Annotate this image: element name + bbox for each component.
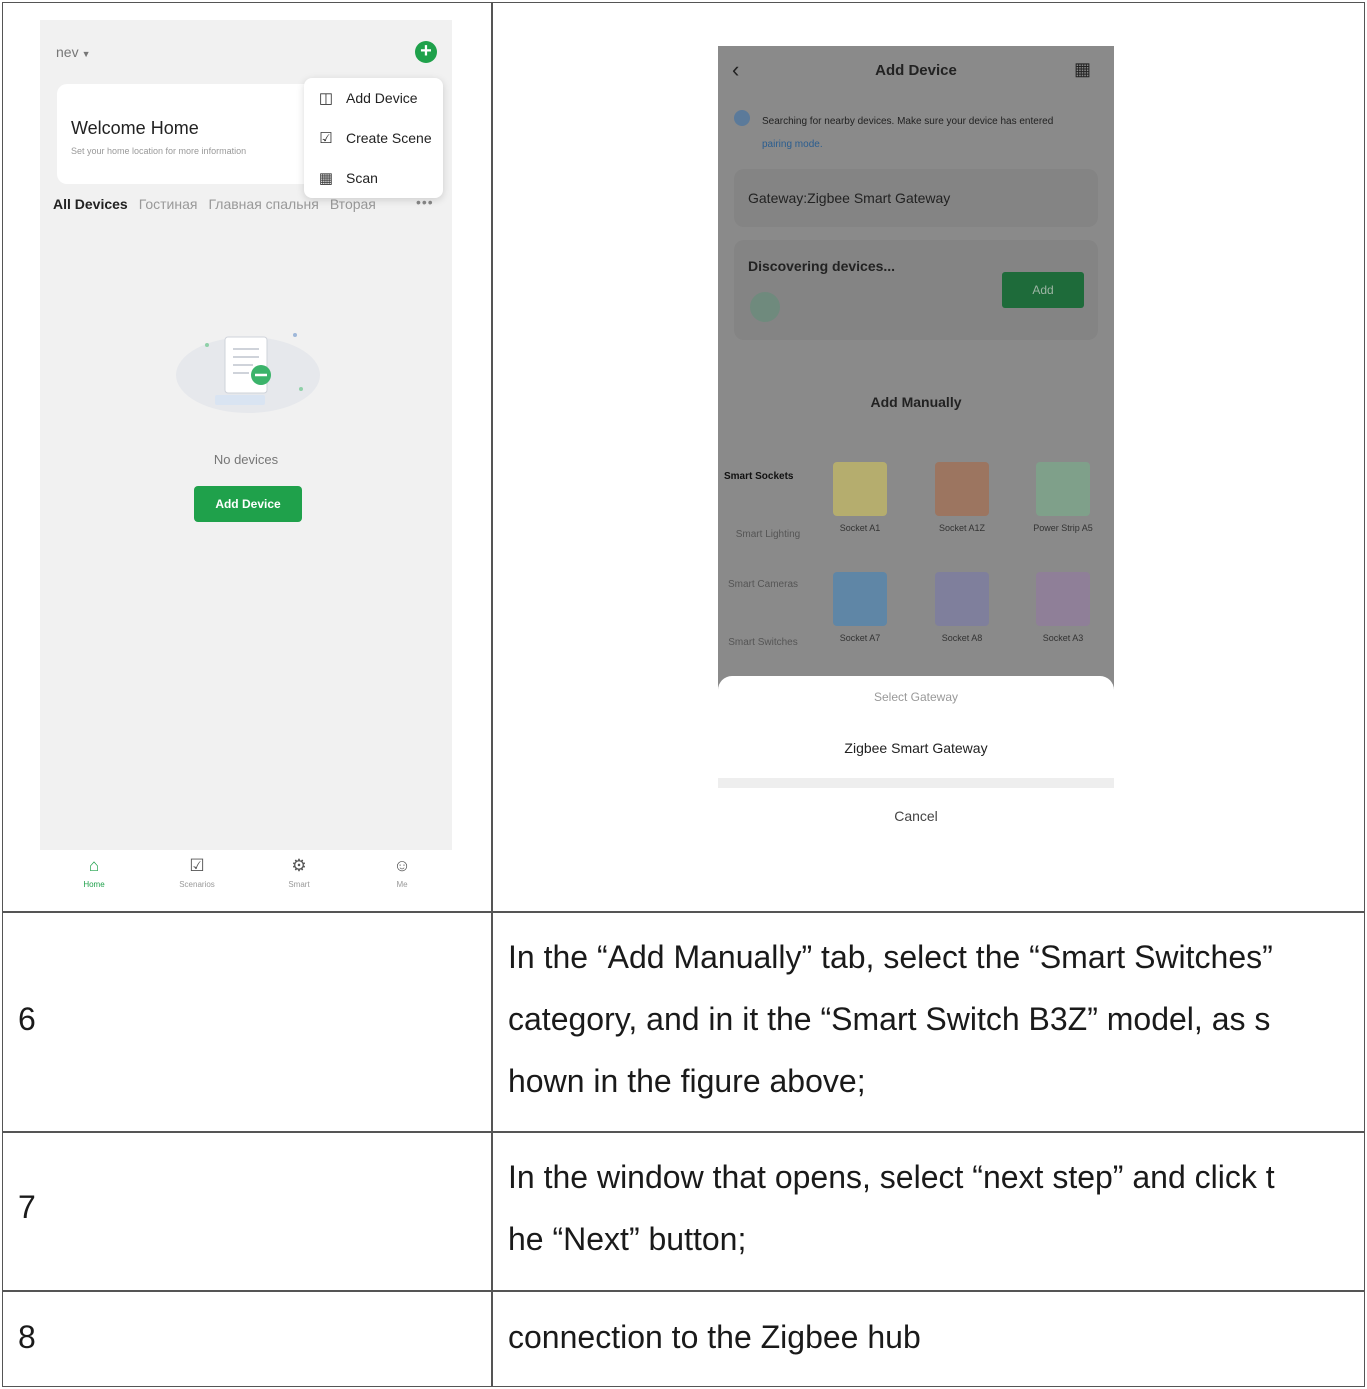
- category-smart-switches[interactable]: Smart Switches: [724, 636, 802, 649]
- category-smart-cameras[interactable]: Smart Cameras: [724, 578, 802, 591]
- search-info-text: Searching for nearby devices. Make sure …: [762, 110, 1082, 156]
- sheet-title: Select Gateway: [873, 690, 959, 704]
- page-title: Add Device: [875, 62, 957, 79]
- step-number: 6: [18, 1001, 36, 1037]
- tab-room[interactable]: Вторая: [330, 196, 376, 212]
- welcome-subtitle: Set your home location for more informat…: [71, 146, 247, 156]
- home-selector[interactable]: nev ▼: [56, 44, 91, 60]
- step-number: 8: [18, 1319, 36, 1355]
- power-strip-icon: [1036, 462, 1090, 516]
- step-description: In the window that opens, select “next s…: [508, 1146, 1348, 1270]
- product-socket-a1z[interactable]: Socket A1Z: [917, 462, 1007, 534]
- product-label: Socket A1: [839, 523, 881, 533]
- product-label: Socket A3: [1042, 633, 1084, 643]
- me-icon: ☺: [393, 856, 411, 875]
- socket-icon: [935, 462, 989, 516]
- home-screen-screenshot: nev ▼ + Welcome Home Set your home locati…: [40, 20, 452, 900]
- product-label: Socket A1Z: [938, 523, 986, 533]
- socket-icon: [833, 572, 887, 626]
- gateway-card[interactable]: Gateway:Zigbee Smart Gateway: [734, 169, 1098, 227]
- description-line: category, and in it the “Smart Switch B3…: [508, 1001, 1271, 1037]
- scan-icon: ▦: [318, 170, 334, 187]
- tab-home[interactable]: ⌂ Home: [64, 856, 124, 889]
- product-socket-a8[interactable]: Socket A8: [917, 572, 1007, 644]
- product-socket-a7[interactable]: Socket A7: [815, 572, 905, 644]
- menu-item-create-scene[interactable]: ☑ Create Scene: [316, 118, 441, 158]
- home-icon: ⌂: [88, 856, 100, 875]
- product-socket-a1[interactable]: Socket A1: [815, 462, 905, 534]
- info-icon: [734, 110, 750, 126]
- bottom-tab-bar: ⌂ Home ☑ Scenarios ⚙ Smart ☺ Me: [40, 850, 452, 900]
- menu-item-add-device[interactable]: ◫ Add Device: [316, 78, 441, 118]
- tab-me[interactable]: ☺ Me: [372, 856, 432, 889]
- product-power-strip-a5[interactable]: Power Strip A5: [1018, 462, 1108, 534]
- welcome-title: Welcome Home: [71, 118, 199, 138]
- empty-state-text: No devices: [213, 452, 279, 467]
- step-description: In the “Add Manually” tab, select the “S…: [508, 926, 1348, 1112]
- add-button[interactable]: Add: [1002, 272, 1084, 308]
- column-divider: [491, 3, 493, 1386]
- chevron-down-icon: ▼: [81, 49, 91, 59]
- row-divider: [3, 911, 1364, 913]
- menu-item-label: Scan: [346, 170, 378, 186]
- sheet-divider: [718, 778, 1114, 788]
- description-line: hown in the figure above;: [508, 1063, 866, 1099]
- tab-room[interactable]: Гостиная: [139, 196, 198, 212]
- row-divider: [3, 1131, 1364, 1133]
- category-smart-sockets[interactable]: Smart Sockets: [724, 470, 812, 483]
- tab-label: Me: [396, 880, 408, 889]
- add-device-button[interactable]: Add Device: [194, 486, 302, 522]
- row-divider: [3, 1290, 1364, 1292]
- scenarios-icon: ☑: [189, 856, 205, 875]
- cancel-button[interactable]: Cancel: [718, 808, 1114, 824]
- menu-item-scan[interactable]: ▦ Scan: [316, 158, 441, 198]
- product-label: Socket A8: [941, 633, 983, 643]
- create-scene-icon: ☑: [319, 130, 333, 147]
- description-line: connection to the Zigbee hub: [508, 1319, 921, 1355]
- tab-all-devices[interactable]: All Devices: [53, 196, 128, 212]
- description-line: In the window that opens, select “next s…: [508, 1159, 1275, 1195]
- tab-label: Scenarios: [179, 880, 215, 889]
- add-device-icon: ◫: [318, 90, 334, 107]
- gateway-option[interactable]: Zigbee Smart Gateway: [718, 740, 1114, 756]
- product-label: Socket A7: [839, 633, 881, 643]
- scan-icon[interactable]: ▦: [1074, 59, 1091, 80]
- step-description: connection to the Zigbee hub: [508, 1306, 1348, 1368]
- tab-room[interactable]: Главная спальня: [208, 196, 318, 212]
- smart-icon: ⚙: [291, 856, 307, 875]
- tab-scenarios[interactable]: ☑ Scenarios: [167, 856, 227, 889]
- no-devices-illustration: [176, 333, 320, 413]
- add-device-screenshot: ‹ Add Device ▦ Searching for nearby devi…: [718, 46, 1114, 846]
- add-manually-heading: Add Manually: [870, 394, 962, 410]
- info-text: Searching for nearby devices. Make sure …: [762, 116, 1054, 127]
- socket-icon: [1036, 572, 1090, 626]
- product-label: Power Strip A5: [1033, 523, 1093, 533]
- description-line: he “Next” button;: [508, 1221, 747, 1257]
- menu-item-label: Create Scene: [346, 130, 432, 146]
- socket-icon: [833, 462, 887, 516]
- category-smart-lighting[interactable]: Smart Lighting: [724, 528, 812, 541]
- home-name: nev: [56, 44, 79, 60]
- menu-item-label: Add Device: [346, 90, 418, 106]
- step-number: 7: [18, 1189, 36, 1225]
- add-menu-popup: ◫ Add Device ☑ Create Scene ▦ Scan: [304, 78, 443, 198]
- product-socket-a3[interactable]: Socket A3: [1018, 572, 1108, 644]
- discovering-title: Discovering devices...: [748, 258, 896, 274]
- tab-label: Smart: [288, 880, 310, 889]
- tab-label: Home: [83, 880, 105, 889]
- tab-smart[interactable]: ⚙ Smart: [269, 856, 329, 889]
- device-icon: [750, 292, 780, 322]
- socket-icon: [935, 572, 989, 626]
- add-plus-icon[interactable]: +: [415, 41, 437, 63]
- pairing-mode-link[interactable]: pairing mode.: [762, 139, 823, 150]
- select-gateway-sheet: Select Gateway Zigbee Smart Gateway Canc…: [718, 676, 1114, 846]
- description-line: In the “Add Manually” tab, select the “S…: [508, 939, 1273, 975]
- room-tabs: All Devices Гостиная Главная спальня Вторая: [53, 196, 443, 212]
- discovering-card: Discovering devices... Add: [734, 240, 1098, 340]
